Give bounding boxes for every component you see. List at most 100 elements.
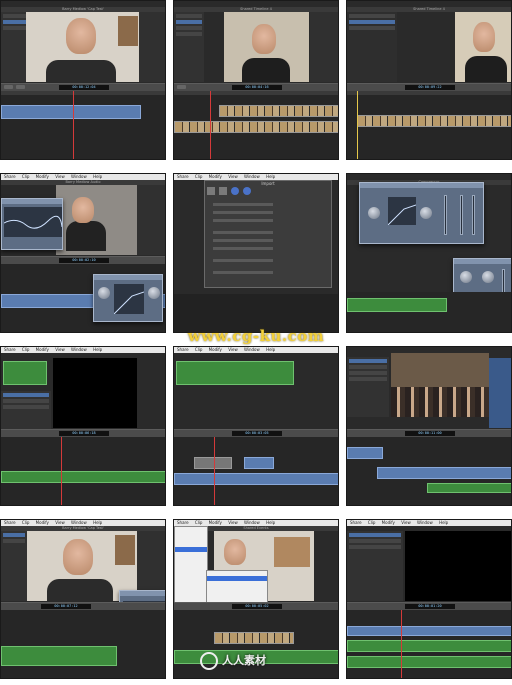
menu-help[interactable]: Help [93,347,102,352]
menu-clip[interactable]: Clip [195,174,203,179]
compressor-plugin-window[interactable] [93,274,163,322]
playhead[interactable] [214,437,215,505]
timeline-clip[interactable] [347,447,383,459]
menu-view[interactable]: View [228,520,238,525]
plugin-titlebar[interactable] [454,259,511,264]
menu-window[interactable]: Window [71,174,87,179]
inspector[interactable] [137,185,165,255]
threshold-knob[interactable] [368,207,380,219]
option-row[interactable] [213,239,273,242]
timeline-clip-thumbnails[interactable] [214,632,294,644]
event-browser[interactable] [347,357,389,417]
menu-window[interactable]: Window [71,347,87,352]
browser-item[interactable] [3,399,49,403]
menu-view[interactable]: View [55,174,65,179]
menu-modify[interactable]: Modify [209,174,222,179]
menu-clip[interactable]: Clip [368,520,376,525]
menu-clip[interactable]: Clip [195,347,203,352]
submenu-item[interactable] [207,591,267,596]
playhead[interactable] [357,91,358,159]
plugin-titlebar[interactable] [94,275,162,280]
option-row[interactable] [213,271,273,274]
ratio-knob[interactable] [420,207,432,219]
import-button[interactable] [177,85,186,89]
audio-waveform-preview[interactable] [176,361,294,385]
menu-share[interactable]: Share [4,174,16,179]
event-browser[interactable] [174,12,204,82]
menu-view[interactable]: View [401,520,411,525]
timeline-audio-clip[interactable] [347,640,511,652]
menu-share[interactable]: Share [177,174,189,179]
timeline[interactable] [347,292,511,332]
browser-item[interactable] [3,539,25,543]
event-browser[interactable] [347,531,403,601]
import-button[interactable] [4,85,13,89]
threshold-knob[interactable] [98,287,110,299]
menu-window[interactable]: Window [71,520,87,525]
menu-clip[interactable]: Clip [195,520,203,525]
playback-icon[interactable] [231,187,239,195]
timeline-clip[interactable] [377,467,511,479]
menu-clip[interactable]: Clip [22,520,30,525]
timeline[interactable] [347,437,511,505]
meter-slider[interactable] [472,195,475,235]
menu-modify[interactable]: Modify [209,520,222,525]
audio-waveform-preview[interactable] [3,361,47,385]
menu-window[interactable]: Window [417,520,433,525]
menu-item[interactable] [175,552,207,557]
menu-window[interactable]: Window [244,174,260,179]
inspector[interactable] [310,12,338,82]
timeline[interactable] [174,437,338,505]
browser-item-selected[interactable] [349,20,395,24]
menu-help[interactable]: Help [266,347,275,352]
timeline[interactable] [347,610,511,678]
event-browser[interactable] [1,531,27,601]
menu-modify[interactable]: Modify [36,347,49,352]
playhead[interactable] [401,610,402,678]
timeline-clip[interactable] [244,457,274,469]
menu-help[interactable]: Help [93,174,102,179]
menu-view[interactable]: View [228,174,238,179]
menu-view[interactable]: View [228,347,238,352]
playhead[interactable] [73,91,74,159]
menu-window[interactable]: Window [244,347,260,352]
general-icon[interactable] [207,187,215,195]
inspector[interactable] [139,12,165,82]
timeline-clip[interactable] [1,105,141,119]
timeline-clip[interactable] [174,473,338,485]
option-row[interactable] [213,211,273,214]
timeline-audio-clip[interactable] [347,298,447,312]
editing-icon[interactable] [219,187,227,195]
menu-modify[interactable]: Modify [382,520,395,525]
timeline-audio-clip[interactable] [427,483,511,493]
menu-help[interactable]: Help [266,520,275,525]
playhead[interactable] [210,91,211,159]
menu-share[interactable]: Share [350,520,362,525]
menu-view[interactable]: View [55,347,65,352]
menu-modify[interactable]: Modify [36,520,49,525]
timeline[interactable] [1,91,165,159]
timeline-clip[interactable] [194,457,232,469]
inspector[interactable] [489,358,511,428]
browser-item-selected[interactable] [176,20,202,24]
playhead[interactable] [61,437,62,505]
timeline-clip-thumbnails[interactable] [219,105,338,117]
option-row[interactable] [213,203,273,206]
menu-modify[interactable]: Modify [209,347,222,352]
browser-item-selected[interactable] [349,359,387,363]
output-slider[interactable] [460,195,463,235]
timeline-clip-thumbnails[interactable] [174,121,338,133]
menu-share[interactable]: Share [4,347,16,352]
menu-view[interactable]: View [55,520,65,525]
event-browser[interactable] [1,391,51,431]
browser-item[interactable] [349,371,387,375]
menu-window[interactable]: Window [244,520,260,525]
timeline[interactable] [1,437,165,505]
browser-item[interactable] [349,377,387,381]
option-row[interactable] [213,259,273,262]
timeline-ruler[interactable] [347,91,511,95]
event-browser[interactable] [347,12,397,82]
menu-modify[interactable]: Modify [36,174,49,179]
import-preferences-dialog[interactable]: Import [204,180,332,288]
browser-item[interactable] [176,26,202,30]
